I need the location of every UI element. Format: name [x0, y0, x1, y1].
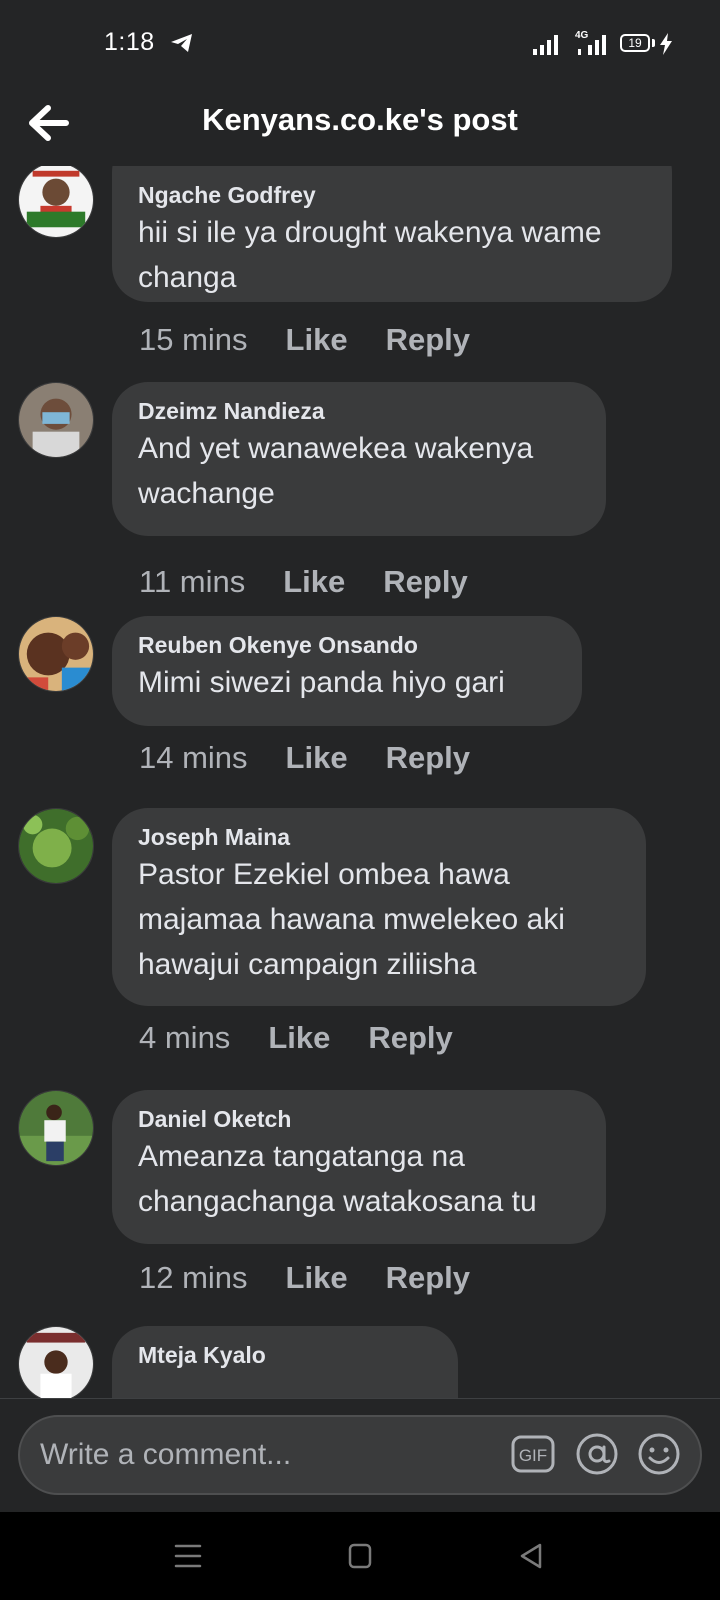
- like-button[interactable]: Like: [286, 322, 348, 358]
- comment-author[interactable]: Ngache Godfrey: [138, 180, 646, 210]
- comment-actions: 12 mins Like Reply: [139, 1260, 470, 1296]
- back-triangle-icon[interactable]: [512, 1538, 552, 1574]
- like-button[interactable]: Like: [286, 1260, 348, 1296]
- status-time: 1:18: [104, 28, 155, 56]
- comment-bubble[interactable]: Reuben Okenye Onsando Mimi siwezi panda …: [112, 616, 582, 726]
- comment-bubble[interactable]: Ngache Godfrey hii si ile ya drought wak…: [112, 166, 672, 302]
- comment-time: 12 mins: [139, 1260, 248, 1295]
- comment-text: Pastor Ezekiel ombea hawa majamaa hawana…: [138, 858, 565, 981]
- battery-tip: [652, 39, 655, 47]
- avatar[interactable]: [18, 1090, 94, 1166]
- gif-icon[interactable]: GIF: [510, 1431, 556, 1477]
- comment-actions: 14 mins Like Reply: [139, 740, 470, 776]
- comment-author[interactable]: Daniel Oketch: [138, 1104, 580, 1134]
- reply-button[interactable]: Reply: [386, 1260, 470, 1296]
- comment-time: 14 mins: [139, 740, 248, 775]
- comment-text: Ameanza tangatanga na changachanga watak…: [138, 1140, 537, 1218]
- status-bar: 1:18 4G 19: [0, 0, 720, 90]
- comment-time: 15 mins: [139, 322, 248, 357]
- avatar[interactable]: [18, 382, 94, 458]
- comment-list[interactable]: Ngache Godfrey hii si ile ya drought wak…: [0, 166, 720, 1398]
- like-button[interactable]: Like: [268, 1020, 330, 1056]
- comment-actions: 11 mins Like Reply: [139, 564, 468, 600]
- reply-button[interactable]: Reply: [383, 564, 467, 600]
- comment-bubble[interactable]: Dzeimz Nandieza And yet wanawekea wakeny…: [112, 382, 606, 536]
- comment-text: hii si ile ya drought wakenya wame chang…: [138, 216, 602, 294]
- avatar-image: [19, 1327, 93, 1398]
- page-title: Kenyans.co.ke's post: [202, 102, 518, 137]
- avatar-image: [19, 166, 93, 237]
- reply-button[interactable]: Reply: [386, 740, 470, 776]
- reply-button[interactable]: Reply: [368, 1020, 452, 1056]
- signal-4g-icon: [578, 35, 606, 55]
- battery-level: 19: [628, 36, 642, 50]
- comment-composer: GIF: [0, 1398, 720, 1512]
- comment-time: 11 mins: [139, 564, 246, 599]
- header: Kenyans.co.ke's post: [0, 90, 720, 166]
- reply-button[interactable]: Reply: [386, 322, 470, 358]
- system-nav-bar: [0, 1512, 720, 1600]
- signal-icon: [533, 35, 558, 55]
- avatar-image: [19, 1091, 93, 1165]
- svg-text:GIF: GIF: [519, 1446, 547, 1465]
- menu-icon[interactable]: [168, 1538, 208, 1574]
- avatar[interactable]: [18, 1326, 94, 1398]
- at-icon[interactable]: [574, 1431, 620, 1477]
- comment-actions: 15 mins Like Reply: [139, 322, 470, 358]
- avatar[interactable]: [18, 166, 94, 238]
- avatar[interactable]: [18, 616, 94, 692]
- comment-text: Mimi siwezi panda hiyo gari: [138, 666, 505, 699]
- comment-bubble[interactable]: Mteja Kyalo: [112, 1326, 458, 1398]
- comment-actions: 4 mins Like Reply: [139, 1020, 453, 1056]
- emoji-icon[interactable]: [636, 1431, 682, 1477]
- comment-bubble[interactable]: Daniel Oketch Ameanza tangatanga na chan…: [112, 1090, 606, 1244]
- avatar-image: [19, 617, 93, 691]
- home-icon[interactable]: [340, 1538, 380, 1574]
- like-button[interactable]: Like: [286, 740, 348, 776]
- comment-bubble[interactable]: Joseph Maina Pastor Ezekiel ombea hawa m…: [112, 808, 646, 1006]
- telegram-icon: [171, 34, 192, 52]
- comment-author[interactable]: Joseph Maina: [138, 822, 620, 852]
- avatar[interactable]: [18, 808, 94, 884]
- battery-icon: 19: [620, 34, 650, 52]
- avatar-image: [19, 383, 93, 457]
- comment-author[interactable]: Mteja Kyalo: [138, 1340, 432, 1370]
- comment-text: And yet wanawekea wakenya wachange: [138, 432, 534, 510]
- comment-time: 4 mins: [139, 1020, 231, 1055]
- comment-author[interactable]: Dzeimz Nandieza: [138, 396, 580, 426]
- charging-icon: [660, 33, 672, 55]
- comment-author[interactable]: Reuben Okenye Onsando: [138, 630, 556, 660]
- avatar-image: [19, 809, 93, 883]
- like-button[interactable]: Like: [283, 564, 345, 600]
